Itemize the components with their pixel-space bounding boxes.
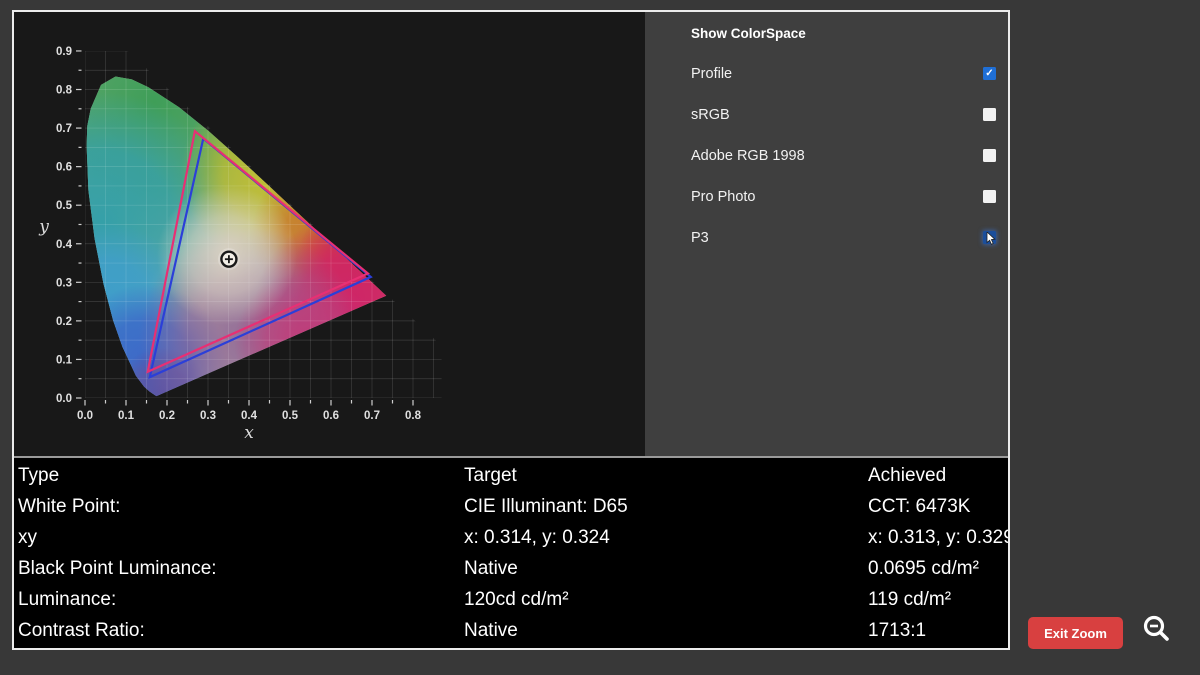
colorspace-item-pro-photo: Pro Photo	[691, 176, 996, 217]
checkbox-srgb[interactable]	[983, 108, 996, 121]
checkbox-p3[interactable]	[983, 231, 996, 244]
svg-text:0.5: 0.5	[56, 200, 73, 212]
table-cell-4-1: Native	[460, 615, 864, 646]
svg-text:0.2: 0.2	[159, 410, 175, 422]
checkbox-profile[interactable]: ✓	[983, 67, 996, 80]
magnifier-minus-icon[interactable]	[1141, 614, 1177, 650]
checkbox-pro-photo[interactable]	[983, 190, 996, 203]
colorspace-panel-title: Show ColorSpace	[691, 25, 996, 43]
colorspace-item-p3: P3	[691, 217, 996, 258]
table-cell-3-0: Luminance:	[14, 584, 460, 615]
svg-text:0.9: 0.9	[56, 46, 72, 58]
white-point-marker	[218, 248, 240, 270]
svg-text:0.4: 0.4	[241, 410, 258, 422]
svg-text:0.2: 0.2	[56, 316, 72, 328]
svg-text:0.7: 0.7	[56, 123, 72, 135]
svg-text:0.8: 0.8	[56, 85, 73, 97]
spectral-locus-fill	[14, 12, 444, 447]
svg-text:0.6: 0.6	[323, 410, 339, 422]
colorspace-label-p3: P3	[691, 230, 709, 246]
checkbox-adobe-rgb-1998[interactable]	[983, 149, 996, 162]
table-cell-1-0: xy	[14, 522, 460, 553]
cie-chromaticity-diagram: 0.0 0.1 0.2 0.3 0.4 0.5 0.6 0.7 0.8 0.0 0.1 0.2 0.3 0…	[14, 12, 645, 456]
svg-text:0.8: 0.8	[405, 410, 422, 422]
svg-text:0.6: 0.6	[56, 162, 72, 174]
table-cell-4-0: Contrast Ratio:	[14, 615, 460, 646]
svg-text:0.0: 0.0	[56, 393, 72, 405]
table-cell-0-0: White Point:	[14, 491, 460, 522]
colorspace-item-adobe-rgb-1998: Adobe RGB 1998	[691, 135, 996, 176]
colorspace-panel: Show ColorSpace Profile ✓ sRGB Adobe RGB 19…	[645, 12, 1008, 456]
table-cell-0-2: CCT: 6473K	[864, 491, 1008, 522]
colorspace-label-adobe-rgb-1998: Adobe RGB 1998	[691, 148, 805, 164]
table-cell-2-2: 0.0695 cd/m²	[864, 553, 1008, 584]
colorspace-label-srgb: sRGB	[691, 107, 730, 123]
table-header-1: Target	[460, 460, 864, 491]
chromaticity-chart-panel: 0.0 0.1 0.2 0.3 0.4 0.5 0.6 0.7 0.8 0.0 0.1 0.2 0.3 0…	[14, 12, 645, 456]
svg-text:y: y	[38, 217, 49, 237]
table-header-2: Achieved	[864, 460, 1008, 491]
colorspace-list: Profile ✓ sRGB Adobe RGB 1998 Pro Photo P3	[691, 53, 996, 258]
table-cell-4-2: 1713:1	[864, 615, 1008, 646]
colorspace-label-profile: Profile	[691, 66, 732, 82]
table-cell-3-2: 119 cd/m²	[864, 584, 1008, 615]
svg-text:0.3: 0.3	[200, 410, 216, 422]
svg-text:0.0: 0.0	[77, 410, 93, 422]
calibration-window: 0.0 0.1 0.2 0.3 0.4 0.5 0.6 0.7 0.8 0.0 0.1 0.2 0.3 0…	[12, 10, 1010, 650]
svg-text:0.5: 0.5	[282, 410, 299, 422]
colorspace-label-pro-photo: Pro Photo	[691, 189, 756, 205]
svg-text:0.3: 0.3	[56, 277, 72, 289]
table-cell-1-1: x: 0.314, y: 0.324	[460, 522, 864, 553]
top-section: 0.0 0.1 0.2 0.3 0.4 0.5 0.6 0.7 0.8 0.0 0.1 0.2 0.3 0…	[14, 12, 1008, 456]
table-cell-3-1: 120cd cd/m²	[460, 584, 864, 615]
svg-text:0.7: 0.7	[364, 410, 380, 422]
measurement-table: TypeTargetAchieved White Point:CIE Illumi…	[14, 458, 1008, 646]
exit-zoom-button[interactable]: Exit Zoom	[1028, 617, 1123, 649]
mouse-cursor-icon	[986, 232, 996, 245]
svg-text:0.1: 0.1	[118, 410, 135, 422]
table-cell-2-0: Black Point Luminance:	[14, 553, 460, 584]
colorspace-item-srgb: sRGB	[691, 94, 996, 135]
table-cell-0-1: CIE Illuminant: D65	[460, 491, 864, 522]
svg-text:0.1: 0.1	[56, 354, 73, 366]
svg-text:x: x	[244, 423, 254, 443]
table-cell-2-1: Native	[460, 553, 864, 584]
table-header-0: Type	[14, 460, 460, 491]
svg-text:0.4: 0.4	[56, 239, 73, 251]
table-cell-1-2: x: 0.313, y: 0.329	[864, 522, 1008, 553]
colorspace-item-profile: Profile ✓	[691, 53, 996, 94]
